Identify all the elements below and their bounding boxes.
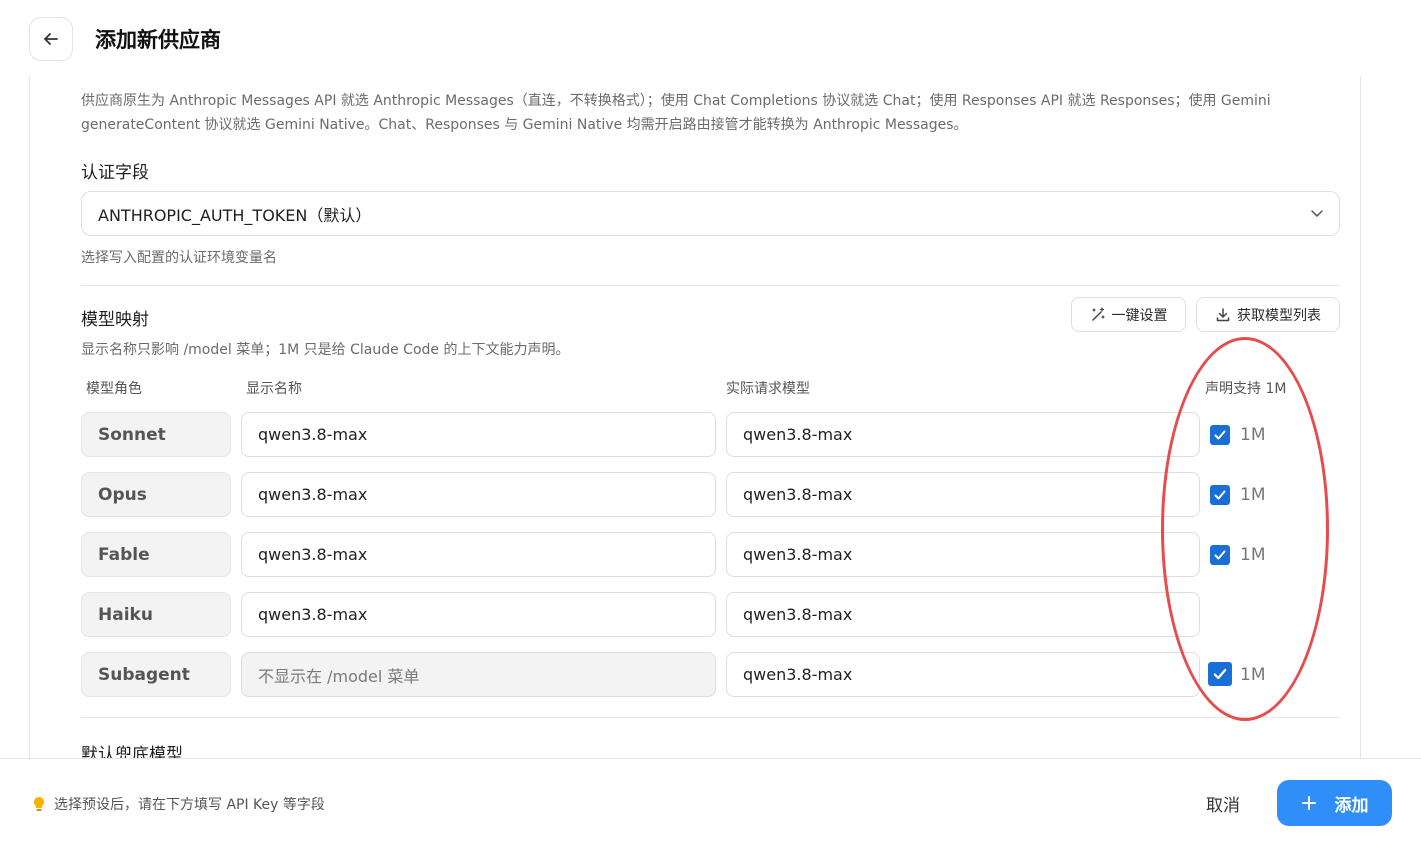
page-header: 添加新供应商 — [0, 0, 1421, 76]
plus-icon — [1301, 796, 1316, 810]
fetch-models-label: 获取模型列表 — [1237, 307, 1321, 324]
column-header-actual-model: 实际请求模型 — [726, 381, 810, 397]
display-name-input[interactable]: qwen3.8-max — [241, 532, 716, 577]
model-role-fable: Fable — [81, 532, 231, 577]
arrow-left-icon — [44, 33, 58, 45]
actual-model-input[interactable]: qwen3.8-max — [726, 652, 1200, 697]
auth-field-value: ANTHROPIC_AUTH_TOKEN（默认） — [98, 205, 372, 225]
auth-field-select[interactable]: ANTHROPIC_AUTH_TOKEN（默认） — [81, 191, 1340, 236]
model-role-haiku: Haiku — [81, 592, 231, 637]
fetch-models-button[interactable]: 获取模型列表 — [1196, 297, 1340, 332]
provider-form-panel[interactable]: 供应商原生为 Anthropic Messages API 就选 Anthrop… — [29, 76, 1361, 760]
actual-model-input[interactable]: qwen3.8-max — [726, 472, 1200, 517]
add-button[interactable]: 添加 — [1277, 780, 1392, 826]
model-role-subagent: Subagent — [81, 652, 231, 697]
lightbulb-icon — [34, 797, 44, 811]
annotation-ellipse — [1161, 337, 1329, 721]
magic-wand-icon — [1091, 306, 1105, 321]
display-name-input[interactable]: qwen3.8-max — [241, 592, 716, 637]
display-name-input[interactable]: qwen3.8-max — [241, 472, 716, 517]
auth-field-hint: 选择写入配置的认证环境变量名 — [81, 250, 277, 266]
download-icon — [1216, 307, 1230, 321]
display-name-input[interactable]: qwen3.8-max — [241, 412, 716, 457]
section-divider — [81, 717, 1340, 718]
model-role-opus: Opus — [81, 472, 231, 517]
one-click-setup-label: 一键设置 — [1111, 307, 1168, 324]
back-button[interactable] — [29, 17, 73, 61]
display-name-input-disabled: 不显示在 /model 菜单 — [241, 652, 716, 697]
footer-hint-text: 选择预设后，请在下方填写 API Key 等字段 — [54, 797, 325, 813]
add-button-label: 添加 — [1334, 795, 1369, 816]
column-header-role: 模型角色 — [86, 381, 142, 397]
page-title: 添加新供应商 — [95, 28, 221, 52]
auth-field-label: 认证字段 — [81, 163, 149, 183]
actual-model-input[interactable]: qwen3.8-max — [726, 592, 1200, 637]
model-mapping-label: 模型映射 — [81, 310, 149, 330]
section-divider — [81, 285, 1340, 286]
model-role-sonnet: Sonnet — [81, 412, 231, 457]
dialog-footer: 选择预设后，请在下方填写 API Key 等字段 取消 添加 — [0, 758, 1421, 843]
chevron-down-icon — [1311, 210, 1323, 217]
footer-hint: 选择预设后，请在下方填写 API Key 等字段 — [32, 794, 325, 814]
model-mapping-hint: 显示名称只影响 /model 菜单；1M 只是给 Claude Code 的上下… — [81, 342, 570, 358]
cancel-button[interactable]: 取消 — [1184, 781, 1262, 826]
one-click-setup-button[interactable]: 一键设置 — [1071, 297, 1186, 332]
actual-model-input[interactable]: qwen3.8-max — [726, 532, 1200, 577]
api-format-description: 供应商原生为 Anthropic Messages API 就选 Anthrop… — [81, 93, 1271, 133]
actual-model-input[interactable]: qwen3.8-max — [726, 412, 1200, 457]
column-header-display-name: 显示名称 — [246, 381, 302, 397]
fallback-model-label: 默认兜底模型 — [81, 745, 183, 760]
